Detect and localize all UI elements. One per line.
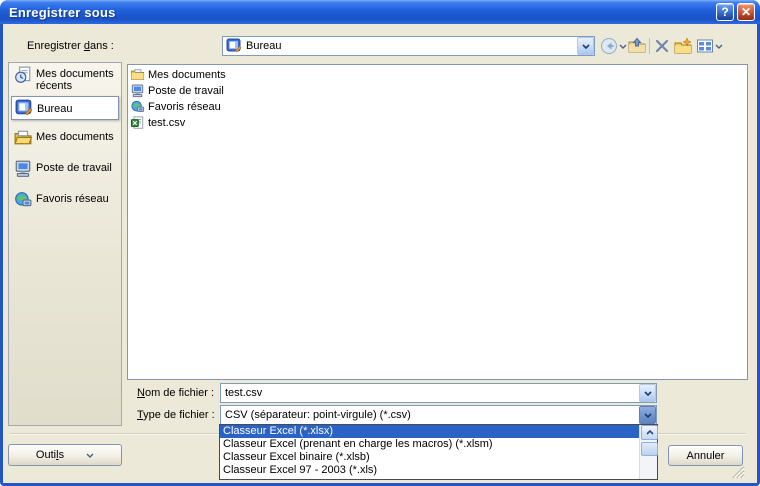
dialog-title: Enregistrer sous (0, 5, 716, 20)
file-name: Poste de travail (148, 85, 224, 97)
network-places-icon (130, 100, 145, 114)
file-type-option-xls[interactable]: Classeur Excel 97 - 2003 (*.xls) (220, 464, 640, 477)
place-label: Bureau (37, 101, 72, 115)
place-my-documents[interactable]: Mes documents (13, 129, 114, 147)
save-in-value: Bureau (242, 40, 577, 52)
desktop-icon (226, 38, 242, 54)
file-name-input[interactable] (221, 385, 639, 401)
place-recent-documents[interactable]: Mes documents récents (13, 66, 114, 92)
file-row-my-documents[interactable]: Mes documents (130, 67, 747, 83)
place-network[interactable]: Favoris réseau (13, 191, 109, 209)
chevron-up-icon (646, 430, 654, 435)
file-type-combobox[interactable]: CSV (séparateur: point-virgule) (*.csv) (220, 405, 657, 425)
file-row-my-computer[interactable]: Poste de travail (130, 83, 747, 99)
file-name-dropdown-button[interactable] (639, 384, 656, 402)
scrollbar-up-button[interactable] (641, 425, 658, 440)
back-button[interactable] (600, 36, 618, 56)
file-name: Favoris réseau (148, 101, 221, 113)
views-icon (696, 37, 714, 55)
file-type-option-xlsx[interactable]: Classeur Excel (*.xlsx) (220, 425, 640, 438)
file-type-dropdown-button[interactable] (639, 406, 656, 424)
back-arrow-icon (600, 37, 618, 55)
chevron-down-icon (619, 44, 627, 49)
chevron-down-icon (582, 44, 590, 49)
desktop-icon (14, 99, 34, 117)
new-folder-button[interactable] (674, 36, 692, 56)
tools-button-label: Outils (36, 449, 64, 461)
chevron-down-icon (644, 391, 652, 396)
file-row-test-csv[interactable]: test.csv (130, 115, 747, 131)
save-in-combobox[interactable]: Bureau (222, 36, 595, 56)
file-name-combobox[interactable] (220, 383, 657, 403)
cancel-button[interactable]: Annuler (668, 445, 743, 466)
file-name-label: Nom de fichier : (137, 383, 214, 403)
my-computer-icon (13, 160, 33, 178)
toolbar-separator (649, 38, 650, 54)
back-menu-button[interactable] (618, 36, 628, 56)
file-row-network[interactable]: Favoris réseau (130, 99, 747, 115)
up-one-level-button[interactable] (628, 36, 646, 56)
file-type-dropdown-list[interactable]: Classeur Excel (*.xlsx) Classeur Excel (… (219, 424, 658, 480)
scrollbar-thumb[interactable] (641, 442, 658, 456)
chevron-down-icon (644, 413, 652, 418)
places-bar: Mes documents récents Bureau Mes documen… (8, 62, 122, 426)
file-type-option-xlsb[interactable]: Classeur Excel binaire (*.xlsb) (220, 451, 640, 464)
place-label: Mes documents (36, 129, 114, 143)
place-label: Favoris réseau (36, 191, 109, 205)
save-as-dialog: Enregistrer sous ? ✕ Enregistrer dans : … (0, 0, 760, 486)
title-bar[interactable]: Enregistrer sous ? ✕ (0, 0, 760, 24)
my-computer-icon (130, 84, 145, 98)
tools-button[interactable]: Outils (8, 444, 122, 466)
dialog-toolbar (600, 36, 724, 56)
place-desktop[interactable]: Bureau (11, 96, 119, 120)
chevron-down-icon (715, 44, 723, 49)
views-menu-button[interactable] (714, 36, 724, 56)
file-type-value: CSV (séparateur: point-virgule) (*.csv) (221, 409, 639, 421)
file-name: test.csv (148, 117, 185, 129)
file-name: Mes documents (148, 69, 226, 81)
file-type-label: Type de fichier : (137, 405, 215, 425)
views-button[interactable] (696, 36, 714, 56)
my-documents-icon (13, 129, 33, 147)
file-list[interactable]: Mes documents Poste de travail Favoris r… (127, 64, 748, 380)
close-button[interactable]: ✕ (737, 3, 755, 21)
resize-grip[interactable] (729, 464, 745, 479)
network-places-icon (13, 191, 33, 209)
file-type-option-xlsm[interactable]: Classeur Excel (prenant en charge les ma… (220, 438, 640, 451)
folder-icon (130, 68, 145, 82)
help-button[interactable]: ? (716, 3, 734, 21)
place-label: Mes documents récents (36, 66, 114, 92)
up-one-level-icon (628, 37, 646, 55)
delete-x-icon (653, 37, 671, 55)
excel-csv-icon (130, 116, 145, 130)
dialog-body: Enregistrer dans : Bureau Mes documents … (3, 24, 757, 483)
save-in-label: Enregistrer dans : (27, 36, 114, 56)
recent-documents-icon (13, 66, 33, 84)
place-label: Poste de travail (36, 160, 112, 174)
dropdown-scrollbar[interactable] (639, 425, 657, 479)
new-folder-icon (674, 37, 692, 55)
chevron-down-icon (86, 453, 94, 458)
place-my-computer[interactable]: Poste de travail (13, 160, 112, 178)
save-in-dropdown-button[interactable] (577, 37, 594, 55)
delete-button[interactable] (653, 36, 671, 56)
